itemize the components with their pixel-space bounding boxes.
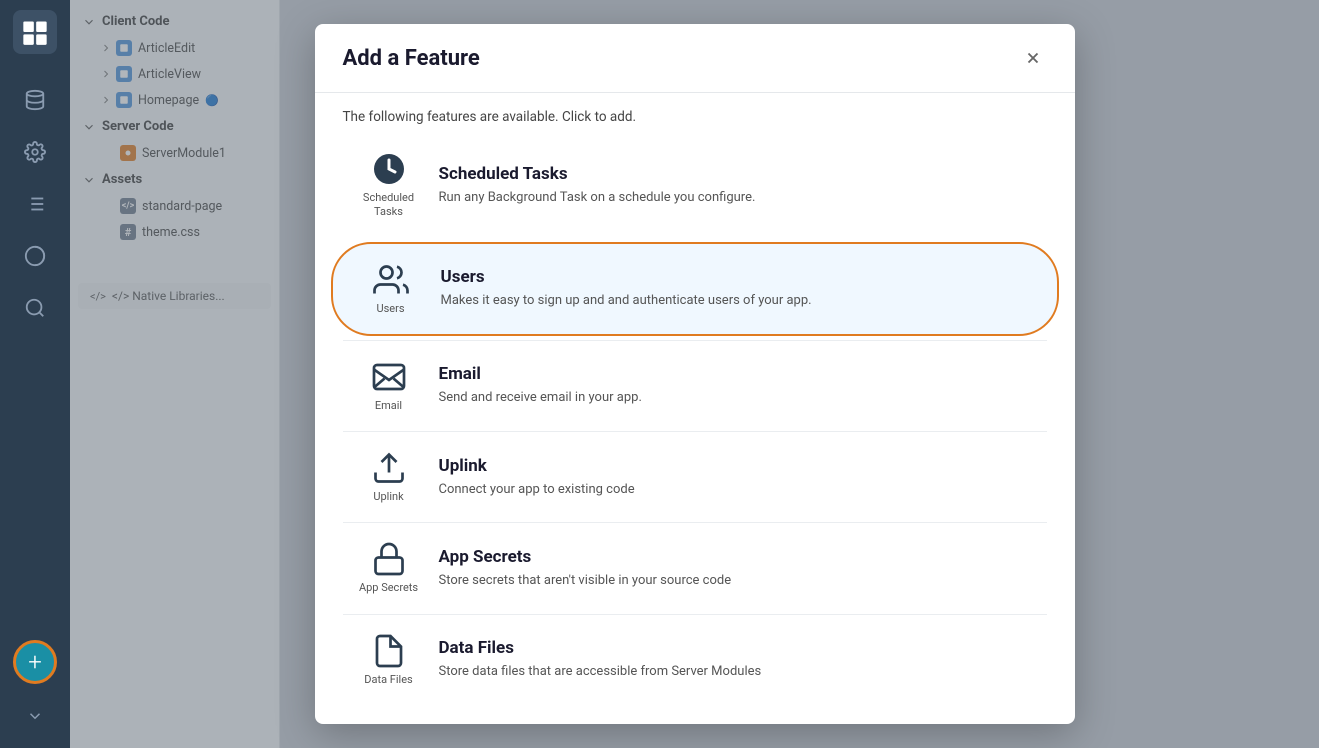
users-info: Users Makes it easy to sign up and and a… xyxy=(441,267,1029,311)
data-files-info: Data Files Store data files that are acc… xyxy=(439,638,1031,682)
app-logo[interactable] xyxy=(13,10,57,54)
users-name: Users xyxy=(441,267,1029,287)
users-icon-label: Users xyxy=(376,302,404,316)
modal-close-button[interactable] xyxy=(1019,44,1047,72)
lock-icon xyxy=(371,541,407,577)
search-nav-icon[interactable] xyxy=(13,286,57,330)
feature-item-uplink[interactable]: Uplink Uplink Connect your app to existi… xyxy=(331,432,1059,522)
data-files-icon-wrap: Data Files xyxy=(359,633,419,687)
email-icon-label: Email xyxy=(375,399,402,413)
scheduled-tasks-desc: Run any Background Task on a schedule yo… xyxy=(439,188,1031,208)
users-desc: Makes it easy to sign up and and authent… xyxy=(441,291,1029,311)
modal-backdrop: Add a Feature The following features are… xyxy=(70,0,1319,748)
feature-item-data-files[interactable]: Data Files Data Files Store data files t… xyxy=(331,615,1059,705)
app-secrets-info: App Secrets Store secrets that aren't vi… xyxy=(439,547,1031,591)
scheduled-tasks-name: Scheduled Tasks xyxy=(439,164,1031,184)
app-secrets-desc: Store secrets that aren't visible in you… xyxy=(439,571,1031,591)
email-desc: Send and receive email in your app. xyxy=(439,388,1031,408)
users-icon xyxy=(373,262,409,298)
feature-item-app-secrets[interactable]: App Secrets App Secrets Store secrets th… xyxy=(331,523,1059,613)
uplink-info: Uplink Connect your app to existing code xyxy=(439,456,1031,500)
modal-header: Add a Feature xyxy=(315,24,1075,93)
app-secrets-icon-label: App Secrets xyxy=(359,581,418,595)
palette-nav-icon[interactable] xyxy=(13,234,57,278)
modal-title: Add a Feature xyxy=(343,46,480,71)
feature-item-email[interactable]: Email Email Send and receive email in yo… xyxy=(331,341,1059,431)
gear-nav-icon[interactable] xyxy=(13,130,57,174)
scheduled-tasks-info: Scheduled Tasks Run any Background Task … xyxy=(439,164,1031,208)
list-nav-icon[interactable] xyxy=(13,182,57,226)
email-info: Email Send and receive email in your app… xyxy=(439,364,1031,408)
data-files-name: Data Files xyxy=(439,638,1031,658)
features-list: ScheduledTasks Scheduled Tasks Run any B… xyxy=(315,133,1075,724)
scheduled-tasks-icon-wrap: ScheduledTasks xyxy=(359,151,419,220)
uplink-icon-label: Uplink xyxy=(373,490,403,504)
email-icon-wrap: Email xyxy=(359,359,419,413)
app-secrets-icon-wrap: App Secrets xyxy=(359,541,419,595)
data-files-desc: Store data files that are accessible fro… xyxy=(439,662,1031,682)
email-name: Email xyxy=(439,364,1031,384)
add-feature-modal: Add a Feature The following features are… xyxy=(315,24,1075,724)
files-icon xyxy=(371,633,407,669)
close-icon xyxy=(1024,49,1042,67)
collapse-sidebar-button[interactable] xyxy=(13,694,57,738)
logo-icon xyxy=(21,18,49,46)
feature-item-users[interactable]: Users Users Makes it easy to sign up and… xyxy=(331,242,1059,336)
app-secrets-name: App Secrets xyxy=(439,547,1031,567)
data-files-icon-label: Data Files xyxy=(364,673,412,687)
uplink-name: Uplink xyxy=(439,456,1031,476)
uplink-icon xyxy=(371,450,407,486)
clock-icon xyxy=(371,151,407,187)
modal-subtitle: The following features are available. Cl… xyxy=(315,93,1075,133)
uplink-icon-wrap: Uplink xyxy=(359,450,419,504)
database-nav-icon[interactable] xyxy=(13,78,57,122)
add-feature-button[interactable]: + xyxy=(13,640,57,684)
users-icon-wrap: Users xyxy=(361,262,421,316)
feature-item-scheduled-tasks[interactable]: ScheduledTasks Scheduled Tasks Run any B… xyxy=(331,133,1059,238)
uplink-desc: Connect your app to existing code xyxy=(439,480,1031,500)
email-icon xyxy=(371,359,407,395)
sidebar: + xyxy=(0,0,70,748)
scheduled-tasks-icon-label: ScheduledTasks xyxy=(363,191,414,220)
